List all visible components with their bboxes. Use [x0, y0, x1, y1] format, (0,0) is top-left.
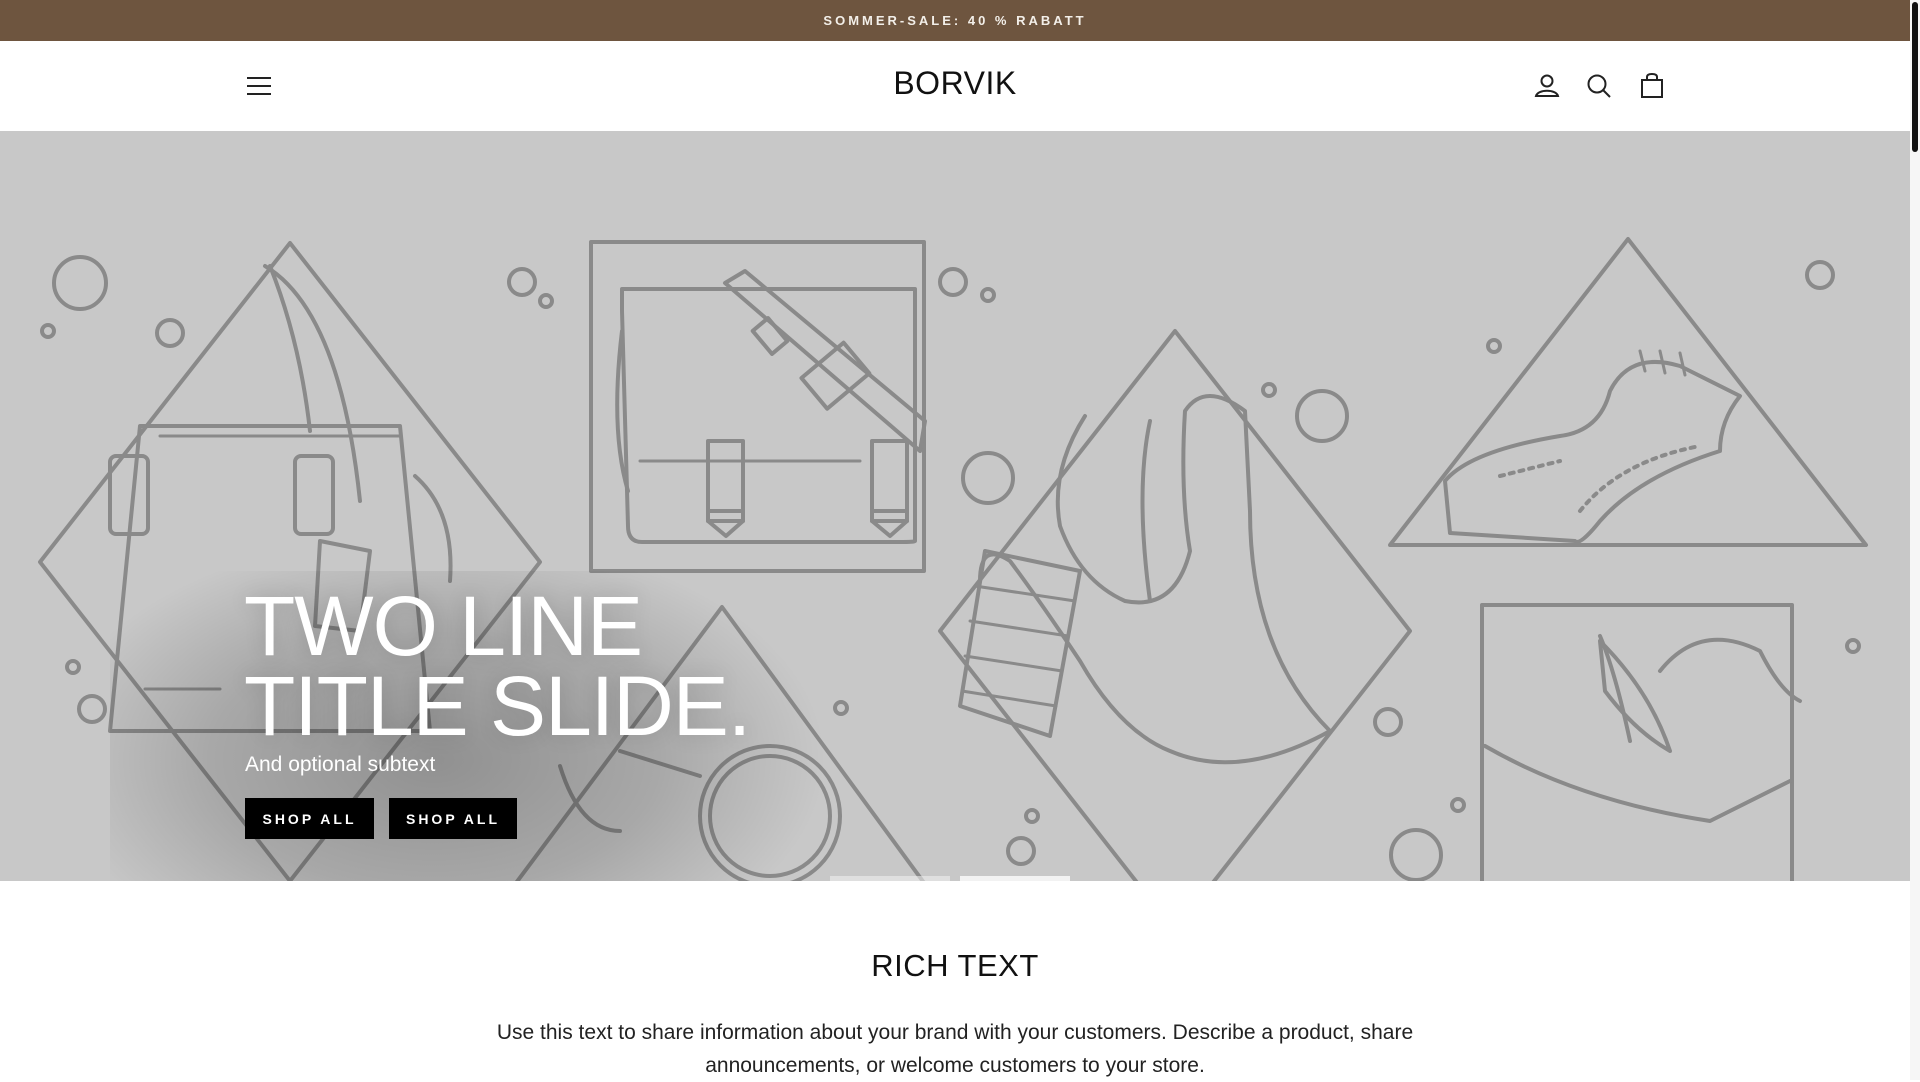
site-header: BORVIK	[0, 41, 1910, 131]
announcement-bar: SOMMER-SALE: 40 % RABATT	[0, 0, 1910, 41]
hero-title: TWO LINE TITLE SLIDE.	[244, 579, 944, 753]
cart-icon[interactable]	[1636, 70, 1668, 102]
announcement-text: SOMMER-SALE: 40 % RABATT	[823, 13, 1087, 28]
scrollbar-thumb[interactable]	[1912, 2, 1918, 152]
hero-title-line-1: TWO LINE	[244, 579, 643, 673]
hero-slideshow: TWO LINE TITLE SLIDE. And optional subte…	[0, 131, 1910, 881]
shop-all-button-2[interactable]: SHOP ALL	[389, 798, 517, 839]
page-scrollbar[interactable]	[1910, 0, 1920, 1080]
search-icon[interactable]	[1583, 70, 1615, 102]
shop-all-button-1[interactable]: SHOP ALL	[245, 798, 374, 839]
hero-subtitle: And optional subtext	[245, 753, 436, 776]
slide-dot-2[interactable]	[960, 876, 1070, 881]
rich-text-body: Use this text to share information about…	[496, 1021, 1414, 1077]
store-logo[interactable]: BORVIK	[0, 65, 1910, 102]
rich-text-title: RICH TEXT	[871, 948, 1039, 983]
slide-dot-1[interactable]	[830, 876, 950, 881]
hero-title-line-2: TITLE SLIDE.	[244, 659, 751, 753]
account-icon[interactable]	[1531, 70, 1563, 102]
